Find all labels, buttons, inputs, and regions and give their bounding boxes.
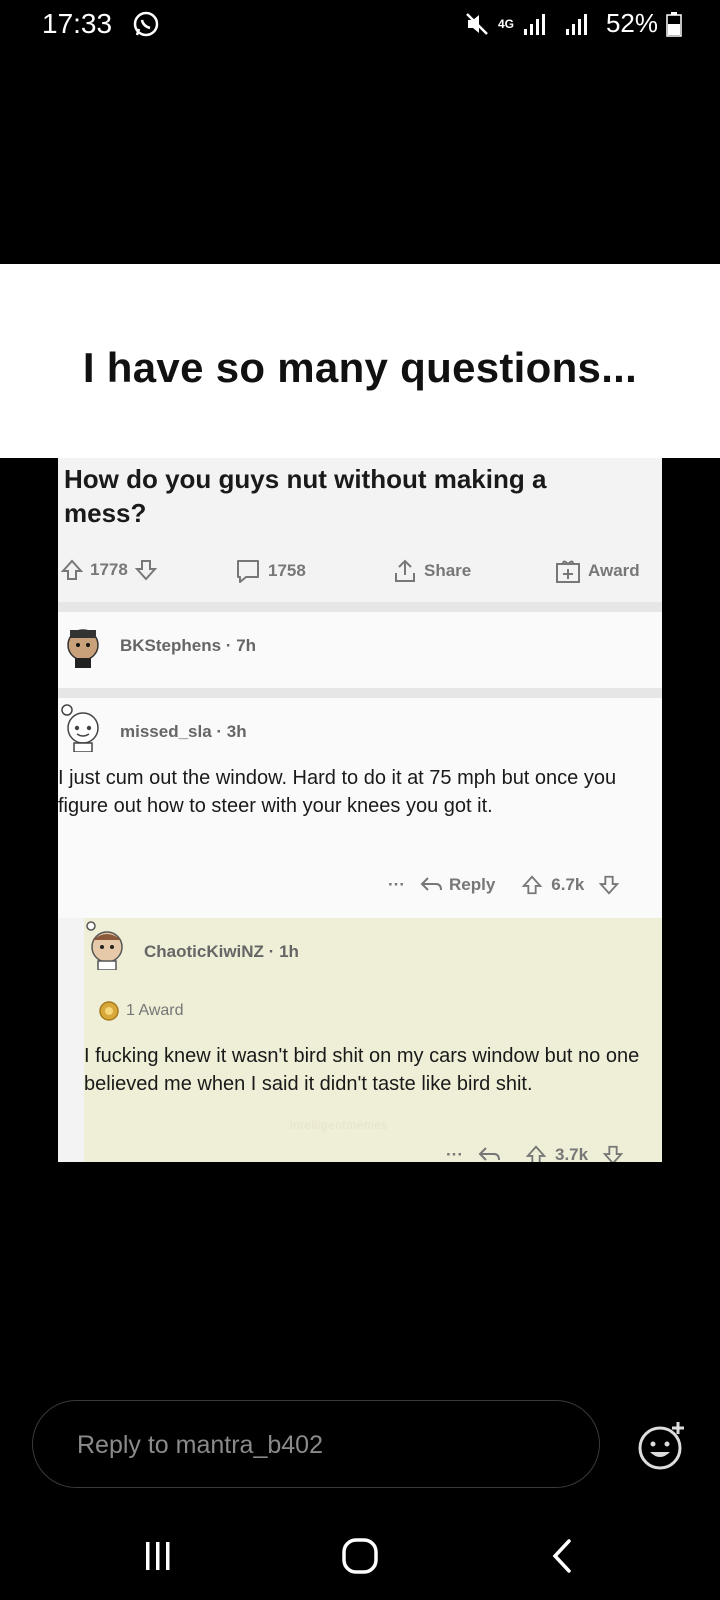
- battery-percent: 52%: [605, 8, 658, 38]
- avatar: [61, 704, 99, 752]
- comments-button: 1758: [234, 558, 306, 584]
- comment-score: 3.7k: [554, 1145, 589, 1162]
- award-badge: 1 Award: [98, 1000, 184, 1022]
- upvote-icon: [521, 875, 543, 895]
- comment-author: ChaoticKiwiNZ · 1h: [144, 942, 299, 961]
- share-label: Share: [424, 561, 472, 580]
- post-title: How do you guys nut without making a mes…: [64, 464, 547, 528]
- status-time: 17:33: [42, 8, 113, 39]
- downvote-icon: [602, 1145, 624, 1162]
- reply-input[interactable]: Reply to mantra_b402: [32, 1400, 600, 1488]
- reply-label: Reply: [448, 875, 496, 894]
- comment-actions: ··· 3.7k: [446, 1144, 624, 1162]
- reply-icon: [420, 877, 442, 891]
- avatar: [67, 629, 99, 668]
- award-icon: [556, 560, 580, 583]
- downvote-icon: [599, 875, 620, 895]
- downvote-icon: [134, 560, 158, 581]
- meme-image: How do you guys nut without making a mes…: [58, 458, 662, 1162]
- reply-icon: [478, 1147, 500, 1161]
- award-icon: [99, 1001, 119, 1021]
- recents-button[interactable]: [128, 1528, 188, 1584]
- watermark: intelligentmemes: [290, 1118, 389, 1132]
- more-options-icon: ···: [446, 1145, 463, 1162]
- award-label: Award: [588, 561, 640, 580]
- recents-icon: [146, 1542, 170, 1570]
- signal-icon: [523, 13, 545, 35]
- status-bar: 17:33 4G 52%: [0, 0, 720, 48]
- share-button: Share: [392, 558, 471, 584]
- reply-comment-card: ChaoticKiwiNZ · 1h 1 Award I fucking kne…: [84, 918, 662, 1162]
- share-icon: [395, 559, 415, 582]
- comment-count: 1758: [268, 561, 306, 580]
- comment-actions: ··· Reply 6.7k: [388, 874, 620, 896]
- post-action-row: 1778 1758 Share Award: [58, 558, 662, 588]
- vote-group: 1778: [60, 558, 158, 582]
- upvote-icon: [525, 1145, 547, 1162]
- upvote-count: 1778: [90, 560, 128, 579]
- divider: [58, 688, 662, 698]
- whatsapp-icon: [133, 11, 159, 37]
- comment-author: missed_sla · 3h: [120, 722, 247, 741]
- upvote-icon: [60, 559, 84, 580]
- status-icons: 4G 52%: [464, 8, 682, 39]
- award-button: Award: [554, 558, 640, 584]
- comment-body: I just cum out the window. Hard to do it…: [58, 767, 617, 817]
- battery-icon: [666, 11, 682, 37]
- comment-score: 6.7k: [551, 875, 585, 894]
- comment-card: missed_sla · 3h I just cum out the windo…: [58, 698, 662, 918]
- emoji-add-icon[interactable]: [636, 1420, 688, 1472]
- mute-icon: [466, 12, 488, 35]
- reply-placeholder: Reply to mantra_b402: [77, 1431, 323, 1459]
- network-type: 4G: [497, 16, 514, 31]
- award-count: 1 Award: [126, 1002, 184, 1019]
- caption-text: I have so many questions...: [82, 344, 638, 391]
- back-icon: [552, 1539, 571, 1573]
- comment-author: BKStephens · 7h: [120, 636, 257, 655]
- back-button[interactable]: [532, 1528, 592, 1584]
- avatar: [86, 921, 123, 970]
- home-icon: [342, 1538, 378, 1574]
- comment-card: BKStephens · 7h: [58, 612, 662, 688]
- comment-icon: [237, 560, 259, 583]
- nav-bar: [0, 1508, 720, 1600]
- more-options-icon: ···: [388, 875, 405, 894]
- home-button[interactable]: [330, 1528, 390, 1584]
- comment-body: I fucking knew it wasn't bird shit on my…: [84, 1045, 640, 1095]
- signal-icon: [565, 13, 587, 35]
- divider: [58, 602, 662, 612]
